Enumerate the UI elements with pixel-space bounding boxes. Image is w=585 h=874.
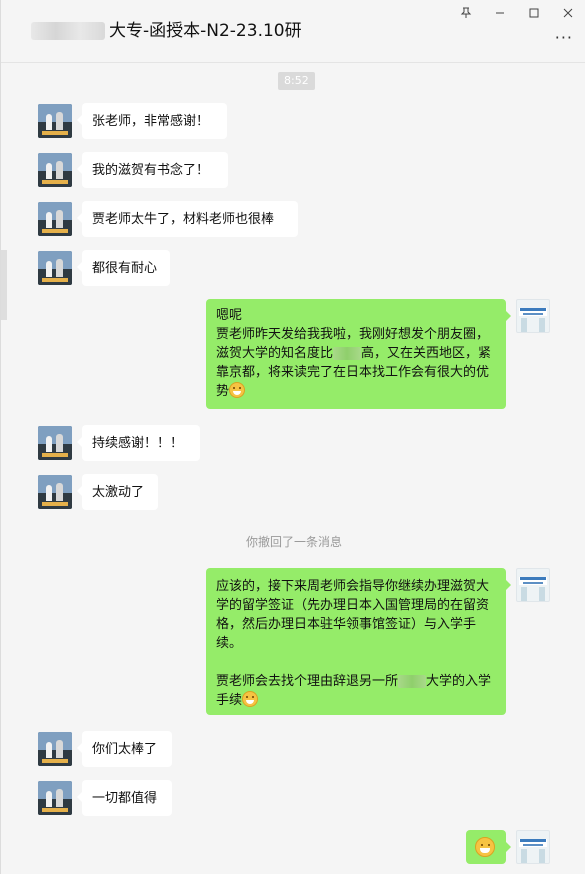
contact-avatar[interactable] — [38, 104, 72, 138]
resize-edge — [1, 250, 7, 320]
outgoing-message[interactable]: 应该的，接下来周老师会指导你继续办理滋贺大学的留学签证（先办理日本入国管理局的在… — [206, 568, 511, 715]
grin-emoji-icon — [229, 382, 246, 398]
contact-avatar[interactable] — [38, 475, 72, 509]
more-icon[interactable]: ··· — [555, 28, 573, 47]
chat-title-text: 大专-函授本-N2-23.10研 — [109, 21, 302, 41]
maximize-icon[interactable] — [517, 0, 551, 26]
incoming-message[interactable]: 我的滋贺有书念了！ — [77, 152, 228, 188]
contact-avatar[interactable] — [38, 732, 72, 766]
window-controls — [449, 0, 585, 26]
contact-avatar[interactable] — [38, 781, 72, 815]
my-avatar[interactable] — [516, 299, 550, 333]
thinking-emoji-icon — [242, 691, 259, 707]
contact-avatar[interactable] — [38, 426, 72, 460]
redacted-name — [31, 22, 105, 40]
incoming-message[interactable]: 张老师，非常感谢！ — [77, 103, 227, 139]
scrollbar[interactable] — [570, 63, 585, 874]
title-bar: 大专-函授本-N2-23.10研 ··· — [1, 0, 585, 63]
close-icon[interactable] — [551, 0, 585, 26]
pin-icon[interactable] — [449, 0, 483, 26]
outgoing-emoji-message[interactable] — [466, 830, 511, 864]
redacted-text — [333, 347, 362, 360]
incoming-message[interactable]: 太激动了 — [77, 474, 158, 510]
incoming-message[interactable]: 你们太棒了 — [77, 731, 172, 767]
incoming-message[interactable]: 一切都值得 — [77, 780, 172, 816]
redacted-text — [398, 675, 427, 688]
my-avatar[interactable] — [516, 830, 550, 864]
contact-avatar[interactable] — [38, 251, 72, 285]
chat-title: 大专-函授本-N2-23.10研 — [31, 19, 302, 43]
grin-emoji-icon — [475, 837, 495, 857]
outgoing-message[interactable]: 嗯呢 贾老师昨天发给我我啦，我刚好想发个朋友圈，滋贺大学的知名度比 高，又在关西地… — [206, 299, 511, 409]
contact-avatar[interactable] — [38, 153, 72, 187]
contact-avatar[interactable] — [38, 202, 72, 236]
incoming-message[interactable]: 持续感谢！！！ — [77, 425, 200, 461]
recall-notice: 你撤回了一条消息 — [246, 535, 343, 549]
incoming-message[interactable]: 贾老师太牛了，材料老师也很棒 — [77, 201, 298, 237]
chat-window: 大专-函授本-N2-23.10研 ··· 8:52 张老师，非常感谢！ 我的滋贺… — [0, 0, 585, 874]
minimize-icon[interactable] — [483, 0, 517, 26]
my-avatar[interactable] — [516, 568, 550, 602]
incoming-message[interactable]: 都很有耐心 — [77, 250, 170, 286]
timestamp: 8:52 — [278, 72, 315, 90]
